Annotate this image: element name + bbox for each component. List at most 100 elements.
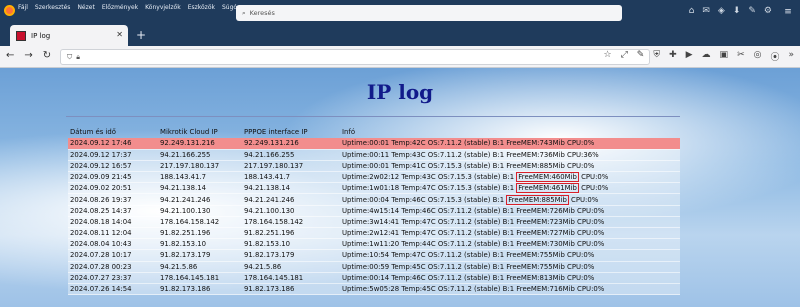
search-icon: ⌕: [242, 8, 246, 17]
close-icon[interactable]: ✕: [116, 30, 123, 39]
new-tab-icon[interactable]: +: [136, 28, 146, 42]
table-header-row: Dátum és idő Mikrotik Cloud IP PPPOE int…: [68, 126, 680, 138]
search-input[interactable]: ⌕ Keresés: [236, 5, 622, 21]
cell-info: Uptime:00:59 Temp:45C OS:7.11.2 (stable)…: [340, 261, 680, 273]
header-pppoe-ip: PPPOE interface IP: [244, 128, 308, 136]
shield-icon[interactable]: ⛉: [67, 53, 72, 62]
cell-cloud-ip: 91.82.173.179: [158, 249, 242, 262]
wrench-icon[interactable]: ✎: [748, 6, 756, 16]
cell-info: Uptime:5w05:28 Temp:45C OS:7.11.2 (stabl…: [340, 283, 680, 296]
back-icon[interactable]: ←: [6, 50, 14, 61]
cell-cloud-ip: 94.21.241.246: [158, 193, 242, 206]
freemem-highlight-box: FreeMEM:461Mib: [516, 183, 579, 194]
table-row: 2024.09.12 16:57 217.197.180.137 217.197.1…: [68, 160, 680, 173]
cell-cloud-ip: 217.197.180.137: [158, 160, 242, 173]
tab-ip-log[interactable]: IP log ✕: [10, 25, 128, 46]
video-icon[interactable]: ▶: [686, 50, 693, 63]
window-menu-icon[interactable]: ≡: [776, 0, 800, 24]
info-text: Uptime:1w11:20 Temp:44C OS:7.11.2 (stabl…: [342, 240, 517, 249]
menu-history[interactable]: Előzmények: [102, 4, 138, 11]
forward-icon[interactable]: →: [24, 50, 32, 61]
gear-icon[interactable]: ⚙: [764, 6, 772, 16]
info-text: Uptime:00:01 Temp:42C OS:7.11.2 (stable)…: [342, 139, 507, 148]
info-text-tail: FreeMEM:727Mib CPU:0%: [516, 229, 605, 238]
menu-tools[interactable]: Eszközök: [188, 4, 215, 11]
menu-view[interactable]: Nézet: [77, 4, 94, 11]
cell-cloud-ip: 94.21.138.14: [158, 182, 242, 195]
menu-edit[interactable]: Szerkesztés: [35, 4, 71, 11]
screenshot-icon[interactable]: ▣: [720, 50, 729, 63]
table-row: 2024.08.04 10:43 91.82.153.10 91.82.153.10…: [68, 238, 680, 251]
menu-help[interactable]: Súgó: [222, 4, 237, 11]
cell-info: Uptime:00:11 Temp:43C OS:7.11.2 (stable)…: [340, 149, 680, 161]
cell-date: 2024.07.28 10:17: [68, 249, 158, 262]
cell-date: 2024.07.26 14:54: [68, 283, 158, 296]
table-row: 2024.07.28 10:17 91.82.173.179 91.82.173.1…: [68, 249, 680, 262]
url-bar[interactable]: ⛉ 🔒︎: [60, 49, 650, 65]
cell-pppoe-ip: 178.164.158.142: [242, 216, 340, 229]
info-text-tail: FreeMEM:755Mib CPU:0%: [506, 262, 595, 271]
search-placeholder: Keresés: [249, 9, 275, 17]
puzzle-icon[interactable]: ✚: [669, 50, 677, 63]
info-text-tail: FreeMEM:736Mib CPU:36%: [506, 150, 599, 159]
cell-info: Uptime:00:01 Temp:41C OS:7.15.3 (stable)…: [340, 160, 680, 173]
table-row: 2024.08.18 14:04 178.164.158.142 178.164.1…: [68, 216, 680, 229]
scissors-icon[interactable]: ✂: [737, 50, 745, 63]
cell-cloud-ip: 94.21.5.86: [158, 261, 242, 273]
cell-pppoe-ip: 91.82.173.179: [242, 249, 340, 262]
cell-pppoe-ip: 178.164.145.181: [242, 272, 340, 284]
cell-date: 2024.09.12 17:37: [68, 149, 158, 161]
cell-info: Uptime:1w11:20 Temp:44C OS:7.11.2 (stabl…: [340, 238, 680, 251]
overflow-icon[interactable]: »: [788, 50, 794, 63]
table-row: 2024.08.11 12:04 91.82.251.196 91.82.251.1…: [68, 227, 680, 240]
bookmark-star-icon[interactable]: ☆: [603, 50, 611, 63]
info-text-tail: FreeMEM:743Mib CPU:0%: [506, 139, 595, 148]
table-row: 2024.09.12 17:37 94.21.166.255 94.21.166.2…: [68, 149, 680, 161]
cell-date: 2024.08.26 19:37: [68, 193, 158, 206]
info-text-tail: FreeMEM:755Mib CPU:0%: [506, 251, 595, 260]
menu-bookmarks[interactable]: Könyvjelzők: [145, 4, 181, 11]
download-icon[interactable]: ⬇: [733, 6, 741, 16]
info-text-tail: FreeMEM:730Mib CPU:0%: [516, 240, 605, 249]
lock-icon[interactable]: 🔒︎: [76, 53, 80, 62]
cell-date: 2024.08.04 10:43: [68, 238, 158, 251]
cell-info: Uptime:10:54 Temp:47C OS:7.11.2 (stable)…: [340, 249, 680, 262]
cell-date: 2024.09.12 16:57: [68, 160, 158, 173]
page-content: IP log Dátum és idő Mikrotik Cloud IP PP…: [0, 68, 800, 307]
cell-pppoe-ip: 91.82.173.186: [242, 283, 340, 296]
freemem-highlight-box: FreeMEM:885Mib: [506, 194, 569, 205]
info-text-tail: FreeMEM:726Mib CPU:0%: [516, 206, 605, 215]
rss-icon[interactable]: ⦿: [770, 50, 779, 63]
info-text-tail: FreeMEM:716Mib CPU:0%: [516, 285, 605, 294]
reload-icon[interactable]: ↻: [43, 50, 51, 61]
cell-date: 2024.08.25 14:37: [68, 205, 158, 217]
shield-red-icon[interactable]: ⛨: [653, 50, 660, 63]
pin-icon[interactable]: ✎: [637, 50, 645, 63]
info-text: Uptime:3w14:41 Temp:47C OS:7.11.2 (stabl…: [342, 217, 517, 226]
cell-date: 2024.07.28 00:23: [68, 261, 158, 273]
cell-info: Uptime:2w12:41 Temp:47C OS:7.11.2 (stabl…: [340, 227, 680, 240]
menu-file[interactable]: Fájl: [18, 4, 28, 11]
page-title: IP log: [366, 80, 434, 104]
cell-date: 2024.09.09 21:45: [68, 171, 158, 184]
cell-info: Uptime:4w15:14 Temp:46C OS:7.11.2 (stabl…: [340, 205, 680, 217]
table-row: 2024.08.26 19:37 94.21.241.246 94.21.241.2…: [68, 193, 680, 206]
mail-icon[interactable]: ✉: [702, 6, 710, 16]
pocket-icon[interactable]: ◈: [718, 6, 725, 16]
info-text-tail: FreeMEM:885Mib CPU:0%: [506, 161, 595, 170]
info-text: Uptime:00:59 Temp:45C OS:7.11.2 (stable)…: [342, 262, 507, 271]
header-info: Infó: [342, 128, 356, 136]
cell-pppoe-ip: 188.143.41.7: [242, 171, 340, 184]
circle-icon[interactable]: ◎: [754, 50, 762, 63]
cell-cloud-ip: 91.82.173.186: [158, 283, 242, 296]
cell-cloud-ip: 94.21.100.130: [158, 205, 242, 217]
expand-icon[interactable]: ⤢: [621, 50, 628, 63]
table-row: 2024.07.27 23:37 178.164.145.181 178.164.1…: [68, 272, 680, 284]
cell-info: Uptime:1w01:18 Temp:47C OS:7.15.3 (stabl…: [340, 182, 680, 195]
cell-cloud-ip: 92.249.131.216: [158, 138, 242, 150]
firefox-icon[interactable]: [4, 5, 15, 16]
cell-date: 2024.07.27 23:37: [68, 272, 158, 284]
info-text-tail: CPU:0%: [568, 195, 599, 204]
cloud-icon[interactable]: ☁: [702, 50, 711, 63]
extensions-icon[interactable]: ⌂: [689, 6, 695, 16]
